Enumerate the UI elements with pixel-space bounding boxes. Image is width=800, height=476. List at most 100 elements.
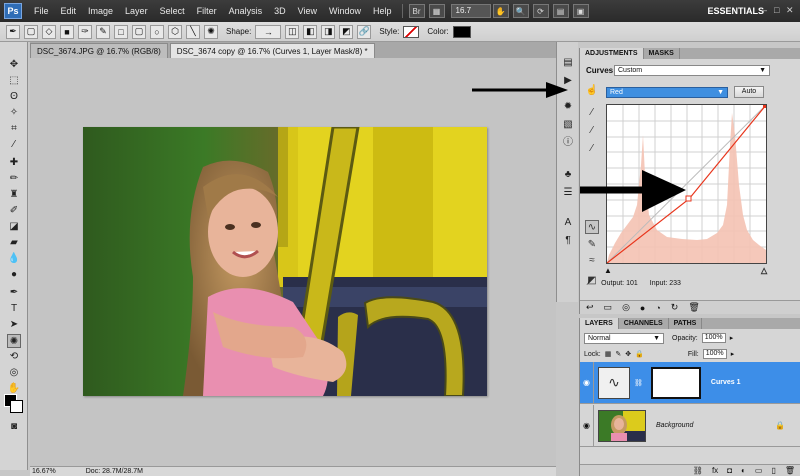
move-tool-icon[interactable]: ✥ [7,58,21,72]
brush-tool-icon[interactable]: ✏ [7,172,21,186]
layer-row-curves[interactable]: ◉ ∿ ⛓ Curves 1 [580,362,800,404]
tab-channels[interactable]: CHANNELS [619,318,669,329]
previous-state-icon[interactable]: ◔ [655,303,660,313]
menu-select[interactable]: Select [154,0,191,22]
hand-tool-icon[interactable]: ✋ [492,4,509,18]
menu-3d[interactable]: 3D [268,0,292,22]
black-point-eyedropper-icon[interactable]: ⁄ [585,106,599,120]
trash-icon[interactable]: 🗑 [785,466,795,475]
reset-icon[interactable]: ↻ [671,302,679,313]
auto-button[interactable]: Auto [734,86,764,98]
line-icon[interactable]: ╲ [186,24,200,39]
eyedropper-tool-icon[interactable]: ⁄ [7,138,21,152]
3d-rotate-icon[interactable]: ⟲ [7,350,21,364]
clone-source-icon[interactable]: ♣ [561,168,575,182]
maximize-icon[interactable]: □ [774,4,784,16]
fill-pixels-icon[interactable]: ■ [60,24,74,39]
eyedropper-toggle-icon[interactable]: ⁄ [588,280,589,287]
lock-all-icon[interactable]: 🔒 [635,350,644,358]
tab-layers[interactable]: LAYERS [580,318,619,329]
workspace-switcher[interactable]: ESSENTIALS [701,4,770,18]
view-extras-icon[interactable]: ▦ [428,4,445,18]
tool-preset-icon[interactable]: ✒ [6,24,20,39]
crop-tool-icon[interactable]: ⌗ [7,122,21,136]
eye-icon[interactable]: ◉ [580,362,594,403]
black-slider-icon[interactable]: ▲ [604,266,612,275]
screen-mode-icon[interactable]: ▣ [572,4,589,18]
shape-layers-icon[interactable]: ▢ [24,24,38,39]
menu-window[interactable]: Window [323,0,367,22]
type-tool-icon[interactable]: T [7,302,21,316]
link-icon[interactable]: 🔗 [357,24,372,39]
3d-orbit-icon[interactable]: ◎ [7,366,21,380]
lasso-tool-icon[interactable]: ʘ [7,90,21,104]
document-image[interactable] [83,127,487,396]
blur-tool-icon[interactable]: 💧 [7,252,21,266]
rounded-rectangle-icon[interactable]: ▢ [132,24,146,39]
visibility-icon[interactable]: ● [640,303,645,313]
status-zoom[interactable]: 16.67% [32,468,56,475]
tab-copy[interactable]: DSC_3674 copy @ 16.7% (Curves 1, Layer M… [169,43,375,58]
bridge-button[interactable]: Br [408,4,425,18]
freeform-pen-icon[interactable]: ✎ [96,24,110,39]
curve-edit-icon[interactable]: ∿ [585,220,599,234]
chain-link-icon[interactable]: ⛓ [634,379,643,387]
panel-view-icon[interactable]: ▭ [604,302,613,313]
opacity-field[interactable]: 100% [701,333,726,343]
menu-edit[interactable]: Edit [55,0,83,22]
add-mask-icon[interactable]: ◘ [727,466,732,475]
layer-row-background[interactable]: ◉ Background 🔒 [580,405,800,447]
menu-image[interactable]: Image [82,0,119,22]
pen-tool-icon[interactable]: ✒ [7,286,21,300]
styles-panel-icon[interactable]: ▧ [561,118,575,132]
info-panel-icon[interactable]: ⓘ [561,136,575,150]
blend-mode-select[interactable]: Normal ▼ [584,332,664,344]
marquee-tool-icon[interactable]: ⬚ [7,74,21,88]
channel-select[interactable]: Red ▼ [606,86,728,98]
fx-icon[interactable]: fx [712,466,718,475]
fill-slider-icon[interactable]: ▸ [731,350,735,358]
minimize-icon[interactable]: – [762,4,772,16]
close-icon[interactable]: ✕ [786,4,796,16]
polygon-icon[interactable]: ⬡ [168,24,182,39]
menu-help[interactable]: Help [367,0,398,22]
white-point-eyedropper-icon[interactable]: ⁄ [585,142,599,156]
smooth-icon[interactable]: ≈ [585,254,599,268]
lock-pixels-icon[interactable]: ✎ [615,350,621,358]
menu-analysis[interactable]: Analysis [223,0,269,22]
arrange-documents-icon[interactable]: ▤ [552,4,569,18]
pencil-draw-icon[interactable]: ✎ [585,238,599,252]
ellipse-icon[interactable]: ○ [150,24,164,39]
subtract-area-icon[interactable]: ◧ [303,24,318,39]
lock-position-icon[interactable]: ✥ [625,350,631,358]
background-color-swatch[interactable] [10,400,23,413]
history-panel-icon[interactable]: ▤ [561,56,575,70]
shape-picker[interactable]: → [255,24,282,39]
exclude-area-icon[interactable]: ◩ [339,24,354,39]
paths-icon[interactable]: ◇ [42,24,56,39]
tab-adjustments[interactable]: ADJUSTMENTS [580,48,644,59]
rotate-view-icon[interactable]: ⟳ [532,4,549,18]
adjustments-panel-icon[interactable]: ✹ [561,100,575,114]
new-adjustment-icon[interactable]: ◐ [741,466,746,475]
new-group-icon[interactable]: ▭ [755,466,763,475]
rectangle-icon[interactable]: □ [114,24,128,39]
path-selection-icon[interactable]: ➤ [7,318,21,332]
custom-shape-icon[interactable]: ✺ [204,24,218,39]
on-image-adjust-icon[interactable]: ☝ [585,84,599,98]
menu-filter[interactable]: Filter [191,0,223,22]
pen-tool-icon[interactable]: ✑ [78,24,92,39]
clip-icon[interactable]: ◎ [622,302,630,313]
tab-original[interactable]: DSC_3674.JPG @ 16.7% (RGB/8) [30,43,168,58]
opacity-slider-icon[interactable]: ▸ [730,334,734,342]
gradient-tool-icon[interactable]: ▰ [7,236,21,250]
new-layer-icon[interactable]: ▯ [771,466,775,475]
canvas-area[interactable] [30,58,556,470]
zoom-level-field[interactable]: 16.7 [450,4,491,18]
tab-masks[interactable]: MASKS [644,48,680,59]
brushes-panel-icon[interactable]: ☰ [561,186,575,200]
menu-file[interactable]: File [28,0,55,22]
style-swatch[interactable] [403,25,420,38]
preset-select[interactable]: Custom ▼ [614,64,770,76]
dodge-tool-icon[interactable]: ● [7,268,21,282]
